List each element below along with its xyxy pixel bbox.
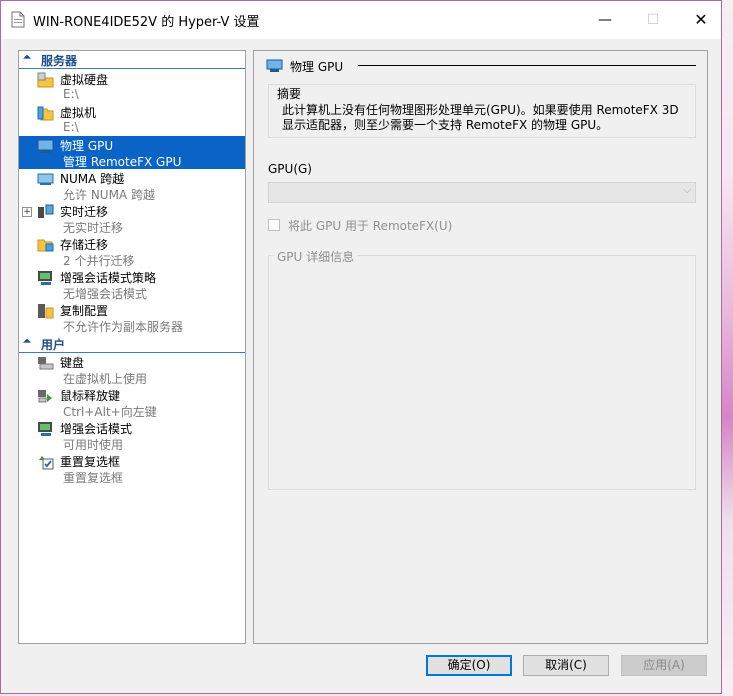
numa-icon	[37, 173, 54, 185]
heading-divider	[358, 65, 696, 66]
settings-content-panel: 物理 GPU 摘要 此计算机上没有任何物理图形处理单元(GPU)。如果要使用 R…	[253, 50, 708, 644]
section-header-label: 用户	[41, 338, 66, 352]
tree-item-subtitle: 允许 NUMA 跨越	[63, 188, 155, 202]
folder-vm-icon	[37, 106, 54, 121]
section-header-user[interactable]: ⏶ 用户	[19, 335, 245, 353]
use-gpu-remotefx-checkbox[interactable]	[268, 219, 280, 231]
folder-disk-icon	[37, 72, 54, 88]
replication-icon	[38, 304, 54, 319]
tree-item-subtitle: 不允许作为副本服务器	[63, 320, 184, 334]
window-title: WIN-RONE4IDE52V 的 Hyper-V 设置	[33, 15, 260, 30]
live-migration-icon	[38, 204, 54, 218]
tree-item-title: 键盘	[60, 356, 85, 370]
keyboard-icon	[38, 357, 54, 370]
page-title: 物理 GPU	[290, 60, 344, 74]
close-button[interactable]: ✕	[681, 7, 721, 33]
settings-tree[interactable]: ⏶ 服务器 虚拟硬盘 E:\ 虚拟机 E:\ 物理 GPU 管理 RemoteF…	[18, 50, 246, 644]
tree-item-enhanced-session[interactable]: 增强会话模式 可用时使用	[19, 419, 245, 452]
tree-item-replication-config[interactable]: 复制配置 不允许作为副本服务器	[19, 301, 245, 334]
tree-item-title: 虚拟硬盘	[60, 73, 109, 87]
tree-item-title: 物理 GPU	[60, 139, 114, 153]
tree-item-live-migration[interactable]: + 实时迁移 无实时迁移	[19, 202, 245, 235]
tree-item-title: 存储迁移	[60, 238, 109, 252]
gpu-label: GPU(G)	[268, 162, 312, 176]
minimize-button[interactable]: —	[585, 7, 625, 33]
tree-item-enhanced-session-policy[interactable]: 增强会话模式策略 无增强会话模式	[19, 268, 245, 301]
gpu-details-group	[268, 255, 696, 490]
storage-migration-icon	[37, 239, 54, 252]
maximize-button[interactable]: ☐	[633, 7, 673, 33]
chevron-down-icon: ⌵	[683, 185, 691, 196]
tree-item-subtitle: 无实时迁移	[63, 221, 124, 235]
gpu-icon	[37, 139, 54, 153]
title-bar: WIN-RONE4IDE52V 的 Hyper-V 设置 — ☐ ✕	[1, 1, 721, 39]
settings-window: WIN-RONE4IDE52V 的 Hyper-V 设置 — ☐ ✕ ⏶ 服务器…	[0, 0, 722, 694]
tree-item-keyboard[interactable]: 键盘 在虚拟机上使用	[19, 353, 245, 386]
tree-item-subtitle: 2 个并行迁移	[63, 254, 135, 268]
summary-title: 摘要	[277, 87, 302, 101]
collapse-chevron-icon[interactable]: ⏶	[23, 52, 31, 63]
settings-app-icon	[11, 11, 25, 28]
ok-button[interactable]: 确定(O)	[426, 655, 512, 676]
tree-item-title: 增强会话模式策略	[60, 271, 157, 285]
mouse-release-icon	[38, 390, 52, 403]
tree-item-virtual-disk[interactable]: 虚拟硬盘 E:\	[19, 70, 245, 103]
tree-item-subtitle: 可用时使用	[63, 438, 124, 452]
tree-item-title: 复制配置	[60, 304, 109, 318]
enhanced-session-icon	[38, 422, 52, 436]
tree-item-subtitle: 管理 RemoteFX GPU	[63, 155, 182, 169]
tree-item-subtitle: Ctrl+Alt+向左键	[63, 405, 157, 419]
tree-item-subtitle: 在虚拟机上使用	[63, 372, 148, 386]
tree-item-storage-migration[interactable]: 存储迁移 2 个并行迁移	[19, 235, 245, 268]
tree-item-title: 鼠标释放键	[60, 389, 121, 403]
tree-item-title: 重置复选框	[60, 455, 121, 469]
tree-item-subtitle: 无增强会话模式	[63, 287, 148, 301]
desktop-background	[722, 0, 733, 696]
cancel-button[interactable]: 取消(C)	[523, 655, 609, 676]
reset-checkbox-icon	[39, 456, 54, 470]
tree-item-reset-checkboxes[interactable]: 重置复选框 重置复选框	[19, 452, 245, 485]
tree-item-title: 增强会话模式	[60, 422, 133, 436]
expand-plus-icon[interactable]: +	[22, 207, 32, 217]
tree-item-mouse-release-key[interactable]: 鼠标释放键 Ctrl+Alt+向左键	[19, 386, 245, 419]
gpu-dropdown[interactable]: ⌵	[268, 182, 696, 203]
enhanced-session-policy-icon	[38, 271, 52, 285]
gpu-icon	[266, 59, 283, 72]
tree-item-subtitle: E:\	[63, 120, 79, 134]
tree-item-physical-gpu[interactable]: 物理 GPU 管理 RemoteFX GPU	[19, 136, 245, 169]
tree-item-title: 实时迁移	[60, 205, 109, 219]
tree-item-numa-spanning[interactable]: NUMA 跨越 允许 NUMA 跨越	[19, 169, 245, 202]
apply-button[interactable]: 应用(A)	[621, 655, 707, 676]
use-gpu-remotefx-label[interactable]: 将此 GPU 用于 RemoteFX(U)	[288, 217, 452, 234]
tree-item-virtual-machines[interactable]: 虚拟机 E:\	[19, 103, 245, 136]
summary-text: 此计算机上没有任何物理图形处理单元(GPU)。如果要使用 RemoteFX 3D…	[282, 103, 679, 132]
tree-item-subtitle: 重置复选框	[63, 471, 124, 485]
tree-item-subtitle: E:\	[63, 87, 79, 101]
section-header-label: 服务器	[41, 54, 78, 68]
section-header-server[interactable]: ⏶ 服务器	[19, 51, 245, 69]
gpu-details-title: GPU 详细信息	[274, 248, 358, 265]
collapse-chevron-icon[interactable]: ⏶	[23, 336, 31, 347]
tree-item-title: 虚拟机	[60, 106, 97, 120]
tree-item-title: NUMA 跨越	[60, 172, 125, 186]
